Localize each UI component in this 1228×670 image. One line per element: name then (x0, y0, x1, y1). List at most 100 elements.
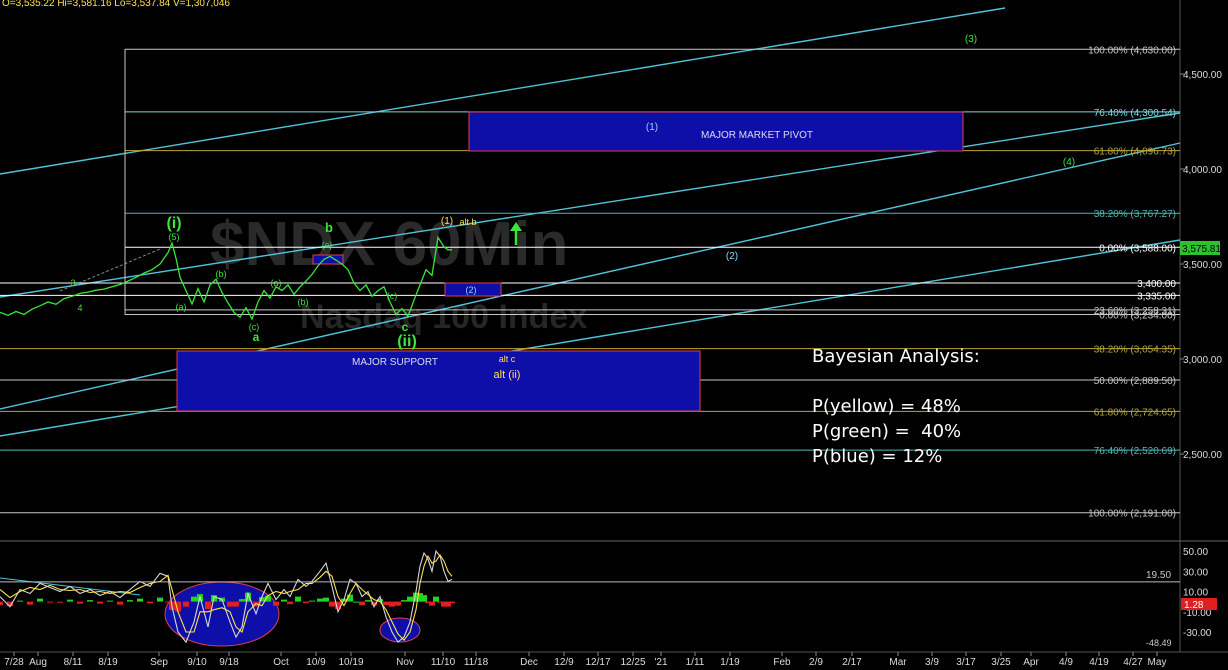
analysis-p-green: P(green) = 40% (812, 421, 962, 442)
analysis-title: Bayesian Analysis: (812, 346, 980, 367)
x-tick-label-19: 1/19 (720, 657, 740, 668)
osc-bar-10 (97, 601, 103, 604)
y-tick-label-4: 2,500.00 (1183, 450, 1222, 461)
wave-3-label: 3 (70, 278, 75, 288)
osc-tick-label-0: 50.00 (1183, 547, 1208, 558)
osc-bar-2 (17, 600, 23, 602)
osc-bar-23 (205, 601, 211, 610)
osc-bar-52 (395, 601, 401, 606)
alt-b-label: alt b (459, 217, 476, 227)
x-tick-label-28: 4/9 (1059, 657, 1073, 668)
wave-b-box (312, 254, 344, 265)
osc-bar-38 (309, 600, 315, 602)
wave-blue-1: (1) (646, 122, 658, 133)
osc-bar-4 (37, 598, 43, 602)
x-tick-label-4: Sep (150, 657, 168, 668)
x-tick-label-12: 11/18 (464, 657, 489, 668)
osc-bar-45 (353, 601, 359, 603)
x-tick-label-14: 12/9 (554, 657, 574, 668)
level-label-1: 3,335.00 (1137, 291, 1176, 302)
x-tick-label-5: 9/10 (187, 657, 207, 668)
wave-green-3-label: (3) (965, 34, 977, 45)
x-tick-label-30: 4/27 (1123, 657, 1143, 668)
osc-tick-label-4: -30.00 (1183, 628, 1212, 639)
osc-bar-28 (239, 599, 245, 602)
osc-bar-60 (433, 596, 439, 602)
osc-bar-0 (0, 601, 3, 606)
osc-bar-37 (303, 601, 309, 604)
wave-i-label: (i) (166, 215, 181, 232)
x-tick-label-16: 12/25 (620, 657, 645, 668)
y-tick-label-1: 4,000.00 (1183, 165, 1222, 176)
x-tick-label-13: Dec (520, 657, 538, 668)
analysis-p-blue: P(blue) = 12% (812, 446, 943, 467)
y-tick-label-3: 3,000.00 (1183, 355, 1222, 366)
y-tick-label-2: 3,500.00 (1183, 260, 1222, 271)
osc-bar-53 (401, 600, 407, 602)
fib-label-6: 0.00% (3,234.00) (1099, 311, 1176, 322)
osc-bar-40 (323, 597, 329, 602)
header-readout: O=3,535.22 Hi=3,581.16 Lo=3,537.84 V=1,3… (2, 0, 230, 9)
oscillator-current-value: 1.28 (1184, 600, 1204, 611)
x-tick-label-17: '21 (654, 657, 667, 668)
x-tick-label-7: Oct (273, 657, 289, 668)
fib-label-2: 61.80% (4,096.73) (1094, 147, 1176, 158)
osc-bar-64 (449, 601, 455, 604)
date-axis: 7/28 Aug 8/11 8/19 Sep 9/10 9/18 Oct 10/9 10/19 No… (4, 652, 1166, 668)
fib-label-8: 50.00% (2,889.50) (1094, 376, 1176, 387)
nasdaq-chart: O=3,535.22 Hi=3,581.16 Lo=3,537.84 V=1,3… (0, 0, 1228, 668)
x-tick-label-20: Feb (773, 657, 791, 668)
osc-bar-15 (147, 601, 153, 604)
x-tick-label-6: 9/18 (219, 657, 239, 668)
osc-bar-5 (47, 601, 53, 603)
fib-label-11: 100.00% (2,191.00) (1088, 509, 1176, 520)
x-tick-label-29: 4/19 (1089, 657, 1109, 668)
x-tick-label-9: 10/19 (338, 657, 363, 668)
osc-bar-51 (389, 601, 395, 607)
x-tick-label-15: 12/17 (585, 657, 610, 668)
fib-label-0: 100.00% (4,630.00) (1088, 45, 1176, 56)
osc-bar-47 (365, 600, 371, 602)
alt-c-label: alt c (499, 354, 516, 364)
osc-bar-14 (137, 598, 143, 602)
oscillator-axis: 50.0030.0010.00-10.00-30.00 (1183, 547, 1212, 639)
wave-b-paren-2-label: (b) (298, 297, 309, 307)
wave-a-paren-2-label: (a) (271, 278, 282, 288)
x-tick-label-24: 3/9 (925, 657, 939, 668)
osc-bar-21 (191, 596, 197, 602)
chart-stage: O=3,535.22 Hi=3,581.16 Lo=3,537.84 V=1,3… (0, 0, 1228, 670)
x-tick-label-11: 11/10 (431, 657, 456, 668)
osc-bar-12 (117, 601, 123, 605)
fib-label-3: 38.20% (3,767.27) (1094, 209, 1176, 220)
x-tick-label-3: 8/19 (98, 657, 118, 668)
osc-bar-35 (287, 601, 293, 605)
osc-bar-34 (281, 599, 287, 602)
bayesian-analysis: Bayesian Analysis: P(yellow) = 48% P(gre… (812, 344, 980, 469)
wave-blue-2-box: (2) (466, 285, 477, 295)
osc-bar-9 (87, 600, 93, 602)
oscillator-min-value: -48.49 (1146, 638, 1172, 648)
osc-bar-39 (317, 598, 323, 602)
osc-bar-33 (273, 601, 279, 606)
osc-tick-label-1: 30.00 (1183, 567, 1208, 578)
price-axis: 4,500.00 4,000.00 3,500.00 3,000.00 2,500.00 (1180, 70, 1222, 461)
oscillator-ellipse-right (379, 617, 421, 643)
analysis-p-yellow: P(yellow) = 48% (812, 396, 961, 417)
osc-bar-7 (67, 599, 73, 602)
osc-bar-8 (77, 601, 83, 604)
analysis-spacer (812, 369, 980, 394)
x-tick-label-21: 2/9 (809, 657, 823, 668)
fib-label-4: 0.00% (3,588.00) (1099, 243, 1176, 254)
fib-label-7: 38.20% (3,054.35) (1094, 345, 1176, 356)
x-tick-label-27: Apr (1023, 657, 1039, 668)
x-tick-label-0: 7/28 (4, 657, 24, 668)
wave-a-label: a (253, 330, 260, 344)
wave-green-4-label: (4) (1063, 157, 1075, 168)
wave-4-label: 4 (77, 303, 82, 313)
osc-bar-13 (127, 600, 133, 602)
y-tick-label-0: 4,500.00 (1183, 70, 1222, 81)
oscillator-panel: 50.0030.0010.00-10.00-30.00 1.28 19.50 -… (0, 547, 1217, 648)
wave-b-label: b (325, 220, 333, 235)
osc-bar-16 (157, 597, 163, 602)
last-price-value: 3,575.81 (1182, 244, 1221, 255)
